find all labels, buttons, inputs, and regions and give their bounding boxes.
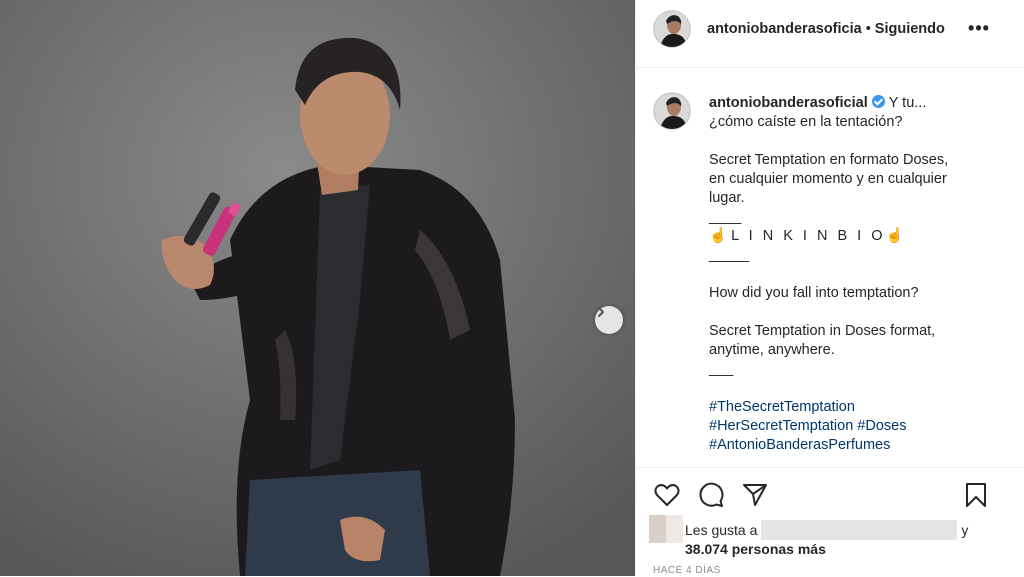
avatar[interactable] [653, 10, 691, 48]
caption-line: Secret Temptation en formato Doses, [709, 152, 949, 168]
liked-by-avatars[interactable] [649, 515, 683, 543]
post-caption: antoniobanderasoficial Y tu... ¿cómo caís… [709, 94, 999, 455]
caption-avatar[interactable] [653, 92, 691, 130]
caption-line: anytime, anywhere. [709, 342, 835, 358]
comment-icon [699, 482, 724, 507]
pointing-hand-icon: ☝ [709, 228, 728, 244]
post-timestamp[interactable]: HACE 4 DÍAS [653, 565, 721, 576]
caption-line: Secret Temptation in Doses format, [709, 323, 936, 339]
more-options-button[interactable]: ••• [966, 15, 992, 41]
share-icon [743, 484, 767, 506]
hashtag-link[interactable]: #HerSecretTemptation #Doses [709, 417, 999, 436]
caption-link-line: ☝ L I N K I N B I O☝ [709, 227, 999, 246]
share-button[interactable] [741, 481, 769, 509]
chevron-right-icon [598, 307, 604, 317]
pointing-hand-icon: ☝ [885, 228, 904, 244]
caption-line: en cualquier momento y en cualquier [709, 171, 947, 187]
caption-line: ¿cómo caíste en la tentación? [709, 114, 903, 130]
next-photo-button[interactable] [595, 306, 623, 334]
likes-count[interactable]: 38.074 personas más [685, 541, 826, 557]
caption-username[interactable]: antoniobanderasoficial [709, 95, 868, 111]
heart-icon [654, 484, 680, 506]
avatar-photo [654, 11, 690, 47]
caption-line: Y tu... [888, 95, 927, 111]
post-actions: Les gusta a y 38.074 personas más HACE 4 … [636, 467, 1024, 577]
avatar-photo [654, 93, 690, 129]
photo-illustration [0, 0, 635, 576]
likes-and: y [961, 522, 969, 538]
post-header: antoniobanderasoficia • Siguiendo ••• [636, 0, 1024, 68]
liked-by-hidden-name[interactable] [761, 520, 958, 540]
caption-line: How did you fall into temptation? [709, 285, 919, 301]
header-separator: • [865, 21, 871, 37]
bookmark-icon [966, 483, 986, 507]
liked-by-avatar [649, 515, 666, 543]
liked-by-avatar [666, 515, 683, 543]
post-photo[interactable] [0, 0, 635, 576]
likes-prefix: Les gusta a [685, 522, 758, 538]
hashtag-link[interactable]: #AntonioBanderasPerfumes [709, 436, 999, 455]
header-username[interactable]: antoniobanderasoficia [707, 21, 862, 37]
caption-line: ____ [709, 209, 742, 225]
like-button[interactable] [653, 481, 681, 509]
caption-line: ___ [709, 361, 734, 377]
caption-line: _____ [709, 247, 750, 263]
save-button[interactable] [962, 481, 990, 509]
hashtag-link[interactable]: #TheSecretTemptation [709, 398, 999, 417]
comment-button[interactable] [697, 481, 725, 509]
post-side-panel: antoniobanderasoficia • Siguiendo ••• anto… [635, 0, 1024, 576]
follow-status[interactable]: Siguiendo [875, 21, 945, 37]
caption-first-line: antoniobanderasoficial Y tu... [709, 94, 999, 113]
header-user-line: antoniobanderasoficia • Siguiendo [707, 21, 945, 37]
verified-badge-icon [871, 95, 885, 108]
likes-summary: Les gusta a y 38.074 personas más [685, 520, 968, 559]
caption-link-in-bio: L I N K I N B I O [731, 228, 886, 244]
caption-line: lugar. [709, 190, 745, 206]
